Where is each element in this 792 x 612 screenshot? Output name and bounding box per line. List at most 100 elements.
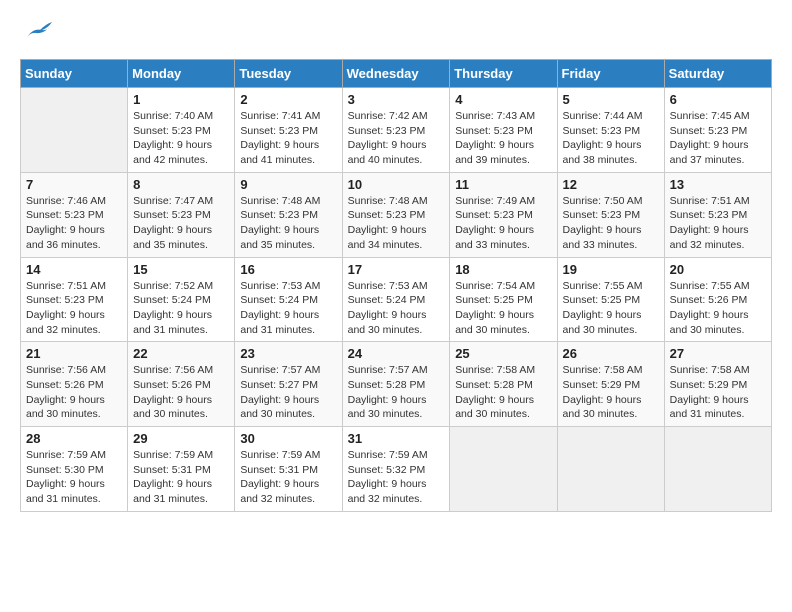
- day-number: 8: [133, 177, 229, 192]
- day-header-wednesday: Wednesday: [342, 60, 450, 88]
- calendar-cell: 10 Sunrise: 7:48 AMSunset: 5:23 PMDayligh…: [342, 172, 450, 257]
- day-number: 29: [133, 431, 229, 446]
- day-number: 28: [26, 431, 122, 446]
- logo: [20, 20, 52, 49]
- calendar-cell: 15 Sunrise: 7:52 AMSunset: 5:24 PMDayligh…: [128, 257, 235, 342]
- day-info: Sunrise: 7:56 AMSunset: 5:26 PMDaylight:…: [26, 363, 122, 422]
- calendar-cell: 24 Sunrise: 7:57 AMSunset: 5:28 PMDayligh…: [342, 342, 450, 427]
- day-info: Sunrise: 7:42 AMSunset: 5:23 PMDaylight:…: [348, 109, 445, 168]
- calendar-cell: 5 Sunrise: 7:44 AMSunset: 5:23 PMDaylight…: [557, 88, 664, 173]
- calendar-cell: 12 Sunrise: 7:50 AMSunset: 5:23 PMDayligh…: [557, 172, 664, 257]
- day-info: Sunrise: 7:53 AMSunset: 5:24 PMDaylight:…: [348, 279, 445, 338]
- day-info: Sunrise: 7:49 AMSunset: 5:23 PMDaylight:…: [455, 194, 551, 253]
- calendar-cell: 23Sunrise: 7:57 AMSunset: 5:27 PMDayligh…: [235, 342, 342, 427]
- day-number: 26: [563, 346, 659, 361]
- calendar-cell: 9 Sunrise: 7:48 AMSunset: 5:23 PMDaylight…: [235, 172, 342, 257]
- calendar-table: SundayMondayTuesdayWednesdayThursdayFrid…: [20, 59, 772, 512]
- calendar-header-row: SundayMondayTuesdayWednesdayThursdayFrid…: [21, 60, 772, 88]
- day-number: 5: [563, 92, 659, 107]
- day-header-friday: Friday: [557, 60, 664, 88]
- day-header-sunday: Sunday: [21, 60, 128, 88]
- day-number: 31: [348, 431, 445, 446]
- day-number: 3: [348, 92, 445, 107]
- day-info: Sunrise: 7:59 AMSunset: 5:30 PMDaylight:…: [26, 448, 122, 507]
- calendar-week-row: 21 Sunrise: 7:56 AMSunset: 5:26 PMDayligh…: [21, 342, 772, 427]
- day-info: Sunrise: 7:55 AMSunset: 5:25 PMDaylight:…: [563, 279, 659, 338]
- day-info: Sunrise: 7:46 AMSunset: 5:23 PMDaylight:…: [26, 194, 122, 253]
- day-number: 21: [26, 346, 122, 361]
- calendar-cell: 17Sunrise: 7:53 AMSunset: 5:24 PMDayligh…: [342, 257, 450, 342]
- calendar-cell: 4 Sunrise: 7:43 AMSunset: 5:23 PMDaylight…: [450, 88, 557, 173]
- day-info: Sunrise: 7:57 AMSunset: 5:28 PMDaylight:…: [348, 363, 445, 422]
- calendar-cell: 29Sunrise: 7:59 AMSunset: 5:31 PMDayligh…: [128, 427, 235, 512]
- calendar-cell: [557, 427, 664, 512]
- day-info: Sunrise: 7:54 AMSunset: 5:25 PMDaylight:…: [455, 279, 551, 338]
- calendar-cell: 6 Sunrise: 7:45 AMSunset: 5:23 PMDaylight…: [664, 88, 771, 173]
- day-header-monday: Monday: [128, 60, 235, 88]
- day-info: Sunrise: 7:59 AMSunset: 5:31 PMDaylight:…: [240, 448, 336, 507]
- day-info: Sunrise: 7:59 AMSunset: 5:32 PMDaylight:…: [348, 448, 445, 507]
- day-info: Sunrise: 7:51 AMSunset: 5:23 PMDaylight:…: [670, 194, 766, 253]
- calendar-cell: [450, 427, 557, 512]
- day-info: Sunrise: 7:41 AMSunset: 5:23 PMDaylight:…: [240, 109, 336, 168]
- day-info: Sunrise: 7:58 AMSunset: 5:29 PMDaylight:…: [670, 363, 766, 422]
- calendar-cell: 27Sunrise: 7:58 AMSunset: 5:29 PMDayligh…: [664, 342, 771, 427]
- calendar-week-row: 28 Sunrise: 7:59 AMSunset: 5:30 PMDayligh…: [21, 427, 772, 512]
- day-number: 19: [563, 262, 659, 277]
- day-info: Sunrise: 7:58 AMSunset: 5:28 PMDaylight:…: [455, 363, 551, 422]
- calendar-cell: 28 Sunrise: 7:59 AMSunset: 5:30 PMDayligh…: [21, 427, 128, 512]
- day-number: 30: [240, 431, 336, 446]
- day-info: Sunrise: 7:45 AMSunset: 5:23 PMDaylight:…: [670, 109, 766, 168]
- day-header-tuesday: Tuesday: [235, 60, 342, 88]
- calendar-cell: 30 Sunrise: 7:59 AMSunset: 5:31 PMDayligh…: [235, 427, 342, 512]
- day-info: Sunrise: 7:55 AMSunset: 5:26 PMDaylight:…: [670, 279, 766, 338]
- day-number: 14: [26, 262, 122, 277]
- day-number: 4: [455, 92, 551, 107]
- calendar-cell: 14 Sunrise: 7:51 AMSunset: 5:23 PMDayligh…: [21, 257, 128, 342]
- day-info: Sunrise: 7:57 AMSunset: 5:27 PMDaylight:…: [240, 363, 336, 422]
- day-info: Sunrise: 7:56 AMSunset: 5:26 PMDaylight:…: [133, 363, 229, 422]
- day-info: Sunrise: 7:44 AMSunset: 5:23 PMDaylight:…: [563, 109, 659, 168]
- day-header-thursday: Thursday: [450, 60, 557, 88]
- day-info: Sunrise: 7:52 AMSunset: 5:24 PMDaylight:…: [133, 279, 229, 338]
- calendar-cell: 16Sunrise: 7:53 AMSunset: 5:24 PMDayligh…: [235, 257, 342, 342]
- calendar-cell: 22Sunrise: 7:56 AMSunset: 5:26 PMDayligh…: [128, 342, 235, 427]
- day-number: 9: [240, 177, 336, 192]
- calendar-cell: 2 Sunrise: 7:41 AMSunset: 5:23 PMDaylight…: [235, 88, 342, 173]
- calendar-cell: 25Sunrise: 7:58 AMSunset: 5:28 PMDayligh…: [450, 342, 557, 427]
- day-info: Sunrise: 7:58 AMSunset: 5:29 PMDaylight:…: [563, 363, 659, 422]
- calendar-cell: 3 Sunrise: 7:42 AMSunset: 5:23 PMDaylight…: [342, 88, 450, 173]
- calendar-cell: 11 Sunrise: 7:49 AMSunset: 5:23 PMDayligh…: [450, 172, 557, 257]
- day-number: 13: [670, 177, 766, 192]
- page-header: [20, 20, 772, 49]
- calendar-week-row: 14 Sunrise: 7:51 AMSunset: 5:23 PMDayligh…: [21, 257, 772, 342]
- calendar-cell: 31 Sunrise: 7:59 AMSunset: 5:32 PMDayligh…: [342, 427, 450, 512]
- day-number: 2: [240, 92, 336, 107]
- day-info: Sunrise: 7:43 AMSunset: 5:23 PMDaylight:…: [455, 109, 551, 168]
- calendar-cell: [664, 427, 771, 512]
- calendar-cell: 7 Sunrise: 7:46 AMSunset: 5:23 PMDaylight…: [21, 172, 128, 257]
- calendar-cell: 18 Sunrise: 7:54 AMSunset: 5:25 PMDayligh…: [450, 257, 557, 342]
- day-info: Sunrise: 7:48 AMSunset: 5:23 PMDaylight:…: [240, 194, 336, 253]
- day-info: Sunrise: 7:50 AMSunset: 5:23 PMDaylight:…: [563, 194, 659, 253]
- calendar-cell: 21 Sunrise: 7:56 AMSunset: 5:26 PMDayligh…: [21, 342, 128, 427]
- day-info: Sunrise: 7:48 AMSunset: 5:23 PMDaylight:…: [348, 194, 445, 253]
- calendar-week-row: 7 Sunrise: 7:46 AMSunset: 5:23 PMDaylight…: [21, 172, 772, 257]
- day-info: Sunrise: 7:47 AMSunset: 5:23 PMDaylight:…: [133, 194, 229, 253]
- day-number: 15: [133, 262, 229, 277]
- day-number: 11: [455, 177, 551, 192]
- calendar-cell: 8 Sunrise: 7:47 AMSunset: 5:23 PMDaylight…: [128, 172, 235, 257]
- day-number: 12: [563, 177, 659, 192]
- day-number: 24: [348, 346, 445, 361]
- day-number: 6: [670, 92, 766, 107]
- day-number: 18: [455, 262, 551, 277]
- day-number: 7: [26, 177, 122, 192]
- day-info: Sunrise: 7:51 AMSunset: 5:23 PMDaylight:…: [26, 279, 122, 338]
- calendar-cell: 20 Sunrise: 7:55 AMSunset: 5:26 PMDayligh…: [664, 257, 771, 342]
- calendar-cell: 13 Sunrise: 7:51 AMSunset: 5:23 PMDayligh…: [664, 172, 771, 257]
- calendar-week-row: 1Sunrise: 7:40 AMSunset: 5:23 PMDaylight…: [21, 88, 772, 173]
- day-info: Sunrise: 7:40 AMSunset: 5:23 PMDaylight:…: [133, 109, 229, 168]
- day-number: 20: [670, 262, 766, 277]
- calendar-cell: [21, 88, 128, 173]
- day-number: 10: [348, 177, 445, 192]
